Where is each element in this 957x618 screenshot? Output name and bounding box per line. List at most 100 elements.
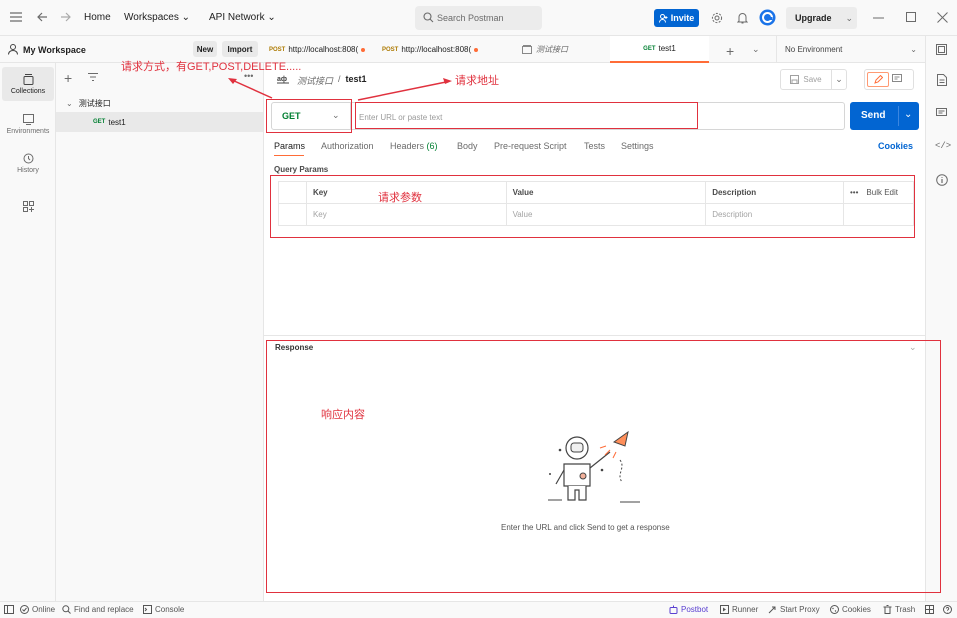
runner-button[interactable]: Runner: [720, 605, 758, 614]
checkbox-column: [278, 181, 307, 204]
tab-params[interactable]: Params: [274, 141, 305, 151]
import-button[interactable]: Import: [222, 41, 258, 57]
environment-label: No Environment: [785, 45, 843, 54]
comments-icon[interactable]: [936, 108, 947, 118]
upgrade-label: Upgrade: [795, 13, 832, 23]
cookie-icon: [830, 605, 839, 614]
tab-headers[interactable]: Headers (6): [390, 141, 438, 151]
console-label: Console: [155, 605, 185, 614]
row-actions: [843, 203, 914, 226]
add-tab-icon[interactable]: +: [726, 43, 734, 59]
send-button[interactable]: Send ⌄: [850, 102, 919, 130]
response-collapse-chevron-icon[interactable]: ⌄: [909, 342, 917, 353]
right-rail: </>: [925, 36, 957, 601]
filter-icon[interactable]: [88, 73, 98, 81]
tab-prerequest-script[interactable]: Pre-request Script: [494, 141, 567, 151]
rail-configure[interactable]: [2, 189, 54, 223]
home-link[interactable]: Home: [84, 12, 111, 23]
tab-authorization[interactable]: Authorization: [321, 141, 374, 151]
tab-body[interactable]: Body: [457, 141, 478, 151]
cookies-button[interactable]: Cookies: [830, 605, 871, 614]
maximize-icon[interactable]: [906, 12, 916, 22]
find-replace-button[interactable]: Find and replace: [62, 605, 134, 614]
tab-label: 测试接口: [536, 45, 568, 54]
workspaces-menu[interactable]: Workspaces ⌄: [124, 12, 190, 23]
response-empty-message: Enter the URL and click Send to get a re…: [501, 523, 670, 532]
save-button[interactable]: Save: [780, 69, 832, 90]
postbot-button[interactable]: Postbot: [669, 605, 708, 614]
description-input[interactable]: Description: [705, 203, 844, 226]
runner-icon: [720, 605, 729, 614]
console-button[interactable]: Console: [143, 605, 184, 614]
rail-environments[interactable]: Environments: [2, 107, 54, 141]
sidebar-request-item[interactable]: GET test1: [56, 112, 263, 132]
minimize-icon[interactable]: [873, 17, 884, 19]
environments-icon: [22, 113, 34, 125]
request-tab-active[interactable]: GET test1: [610, 36, 709, 63]
rail-history[interactable]: History: [2, 146, 54, 180]
more-options-icon[interactable]: •••: [850, 188, 858, 197]
documentation-icon[interactable]: [937, 74, 947, 86]
astronaut-illustration: [548, 430, 640, 503]
avatar[interactable]: [759, 9, 776, 26]
toggle-sidebar-icon[interactable]: [4, 605, 14, 614]
upgrade-button[interactable]: Upgrade ⌄: [786, 7, 857, 29]
edit-pencil-icon[interactable]: [867, 72, 889, 87]
help-icon[interactable]: [943, 605, 952, 614]
comment-icon[interactable]: [892, 74, 902, 84]
trash-button[interactable]: Trash: [883, 605, 915, 614]
value-input[interactable]: Value: [505, 203, 707, 226]
query-params-table: Key Value Description ••• Bulk Edit Key V…: [278, 181, 914, 226]
close-icon[interactable]: [937, 12, 948, 23]
rail-collections[interactable]: Collections: [2, 67, 54, 101]
save-options-dropdown[interactable]: ⌄: [831, 69, 847, 90]
workspace-overview-icon[interactable]: [936, 44, 947, 55]
invite-button[interactable]: Invite: [654, 9, 699, 27]
chevron-down-icon: ⌄: [845, 12, 854, 23]
cookies-link[interactable]: Cookies: [878, 141, 913, 151]
title-bar: Home Workspaces ⌄ API Network ⌄ Search P…: [0, 0, 957, 36]
collection-tab[interactable]: 测试接口: [522, 36, 612, 63]
environment-selector[interactable]: No Environment ⌄: [776, 36, 925, 63]
search-box[interactable]: Search Postman: [415, 6, 542, 30]
api-network-menu[interactable]: API Network ⌄: [209, 12, 276, 23]
query-params-title: Query Params: [274, 165, 329, 174]
notification-bell-icon[interactable]: [737, 12, 748, 24]
headers-count: (6): [426, 141, 438, 151]
params-annotation: 请求参数: [378, 192, 422, 204]
invite-label: Invite: [670, 13, 695, 23]
add-collection-icon[interactable]: +: [64, 70, 72, 86]
online-status[interactable]: Online: [20, 605, 55, 614]
layout-toggle-icon[interactable]: [925, 605, 934, 614]
info-icon[interactable]: [936, 174, 948, 186]
tab-label: http://localhost:808(: [401, 45, 472, 54]
bulk-edit-cell[interactable]: ••• Bulk Edit: [843, 181, 914, 204]
rail-history-label: History: [17, 166, 39, 174]
url-input[interactable]: [359, 110, 829, 124]
collections-sidebar: + ••• ⌄ 测试接口 GET test1: [56, 63, 264, 601]
start-proxy-button[interactable]: Start Proxy: [768, 605, 820, 614]
request-name: test1: [108, 117, 126, 127]
hamburger-icon[interactable]: [10, 12, 22, 22]
unsaved-dot-icon: [361, 47, 366, 52]
pane-divider[interactable]: [264, 335, 925, 336]
tab-settings[interactable]: Settings: [621, 141, 654, 151]
send-options-chevron-icon[interactable]: ⌄: [904, 109, 912, 120]
request-tab[interactable]: POST http://localhost:808(: [382, 36, 492, 63]
save-label: Save: [803, 75, 822, 84]
method-selector[interactable]: GET ⌄: [271, 102, 351, 130]
settings-gear-icon[interactable]: [711, 12, 723, 24]
key-input[interactable]: Key: [305, 203, 507, 226]
workspace-name[interactable]: My Workspace: [23, 45, 86, 55]
new-button[interactable]: New: [193, 41, 217, 57]
tab-tests[interactable]: Tests: [584, 141, 605, 151]
forward-arrow-icon[interactable]: [60, 11, 72, 23]
code-icon[interactable]: </>: [935, 141, 951, 151]
back-arrow-icon[interactable]: [36, 11, 48, 23]
collection-icon: [522, 45, 532, 54]
runner-label: Runner: [732, 605, 759, 614]
api-network-label: API Network: [209, 12, 265, 23]
tabs-dropdown-icon[interactable]: ⌄: [752, 44, 760, 55]
search-icon: [423, 12, 434, 23]
active-tab-indicator: [274, 155, 304, 156]
